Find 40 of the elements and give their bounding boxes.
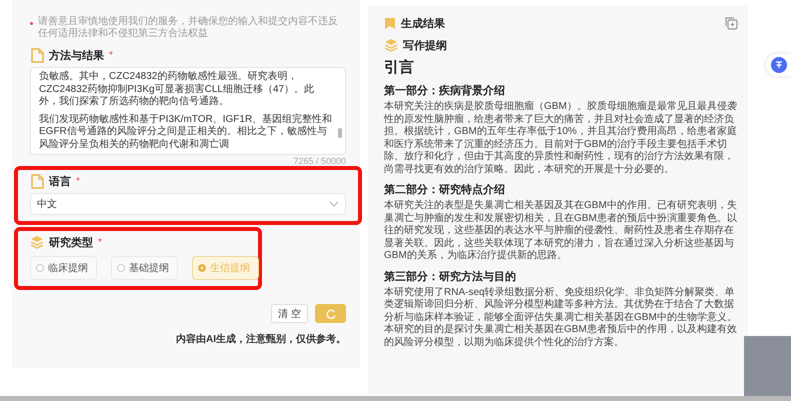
paragraph-text: 本研究关注的表型是失巢凋亡相关基因及其在GBM中的作用。已有研究表明，失巢凋亡与肿瘤的发生和发展密切相关，且在GBM患者的预后中扮演重要角色。以往的研究发现，这些基因的表达水平与肿瘤的侵袭性、耐药性及患者生存期存在显著关联。因此，这些关联体现了本研究的潜力，旨在通过深入分析这些基因与GBM的关系，为临床治疗提供新的思路。 [384, 200, 738, 262]
document-heading: 引言 [384, 58, 415, 77]
chevron-down-icon [329, 201, 339, 207]
refresh-icon [326, 308, 336, 318]
scrollbar-thumb[interactable] [338, 128, 342, 138]
section-heading: 第二部分：研究特点介绍 [384, 182, 506, 197]
video-placeholder [744, 336, 791, 396]
clear-button[interactable]: 清 空 [271, 304, 308, 323]
outline-label: 写作提纲 [403, 38, 447, 52]
character-counter: 7265 / 50000 [292, 156, 346, 166]
refresh-button[interactable] [315, 304, 346, 323]
document-icon [30, 48, 44, 63]
section-title: 语言 [49, 174, 71, 189]
text-area-field[interactable]: 负敏感。其中，CZC24832的药物敏感性最强。研究表明，CZC24832药物抑制PI3Kg可显著损害CLL细胞迁移（47）。此外，我们探索了所选药物的靶向信号通路。 我们发现药物敏感性和基于PI3K/mTOR、IGF1R、基因组完整性和EGFR信号通路的风险评分之间是正相关的。相比之下，敏感性与风险评分呈负相关的药物靶向代谢和凋亡调 [30, 67, 346, 155]
radio-option[interactable]: 基础提纲 [111, 256, 178, 280]
translate-button[interactable] [766, 54, 791, 76]
notice-text: 请善意且审慎地使用我们的服务，并确保您的输入和提交内容不违反任何适用法律和不侵犯第三方合法权益 [38, 16, 339, 40]
paragraph-text: 负敏感。其中，CZC24832的药物敏感性最强。研究表明，CZC24832药物抑制PI3Kg可显著损害CLL细胞迁移（47）。此外，我们探索了所选药物的靶向信号通路。 [39, 71, 316, 108]
select-value: 中文 [37, 198, 57, 211]
layers-icon [384, 38, 398, 52]
bookmark-icon [384, 16, 396, 30]
paragraph-text: 本研究使用了RNA-seq转录组数据分析、免疫组织化学、非负矩阵分解聚类、单类逻辑斯谛回归分析、风险评分模型构建等多种方法。其优势在于结合了大数据分析与临床样本验证，能够全面评估失巢凋亡相关基因在GBM中的生物学意义。本研究的目的是探讨失巢凋亡相关基因在GBM患者预后中的作用，以及构建有效的风险评分模型，以期为临床提供个性化的治疗方案。 [384, 286, 738, 349]
required-mark: * [76, 176, 80, 187]
section-title: 方法与结果 [49, 48, 104, 63]
required-mark: * [98, 237, 102, 248]
section-heading: 第三部分：研究方法与目的 [384, 270, 517, 284]
language-select[interactable]: 中文 [30, 193, 346, 215]
paragraph-text: 本研究关注的疾病是胶质母细胞瘤（GBM）。胶质母细胞瘤是最常见且最具侵袭性的原发性脑肿瘤，给患者带来了巨大的痛苦，并且对社会造成了显著的经济负担。根据统计，GBM的五年生存率低于10%，并且其治疗费用高昂，给患者家庭和医疗系统带来了沉重的经济压力。目前对于GBM的治疗手段主要包括手术切除、放疗和化疗，但由于其高度的异质性和耐药性，现有的治疗方法效果有限，尚需寻找更有效的治疗策略。因此，本研究的开展是十分必要的。 [384, 101, 738, 176]
layers-icon [30, 235, 44, 250]
radio-option[interactable]: 临床提纲 [30, 256, 97, 280]
disclaimer-text: 内容由AI生成，注意甄别，仅供参考。 [175, 332, 346, 347]
translate-icon [770, 57, 786, 73]
section-heading: 第一部分：疾病背景介绍 [384, 84, 506, 98]
bullet-dot [30, 22, 33, 25]
paragraph-text: 我们发现药物敏感性和基于PI3K/mTOR、IGF1R、基因组完整性和EGFR信号通路的风险评分之间是正相关的。相比之下，敏感性与风险评分呈负相关的药物靶向代谢和凋亡调 [39, 114, 333, 151]
panel-title: 生成结果 [401, 16, 445, 30]
copy-icon[interactable] [725, 16, 738, 30]
section-title: 研究类型 [49, 236, 93, 250]
document-icon [30, 174, 44, 189]
required-mark: * [109, 50, 113, 61]
